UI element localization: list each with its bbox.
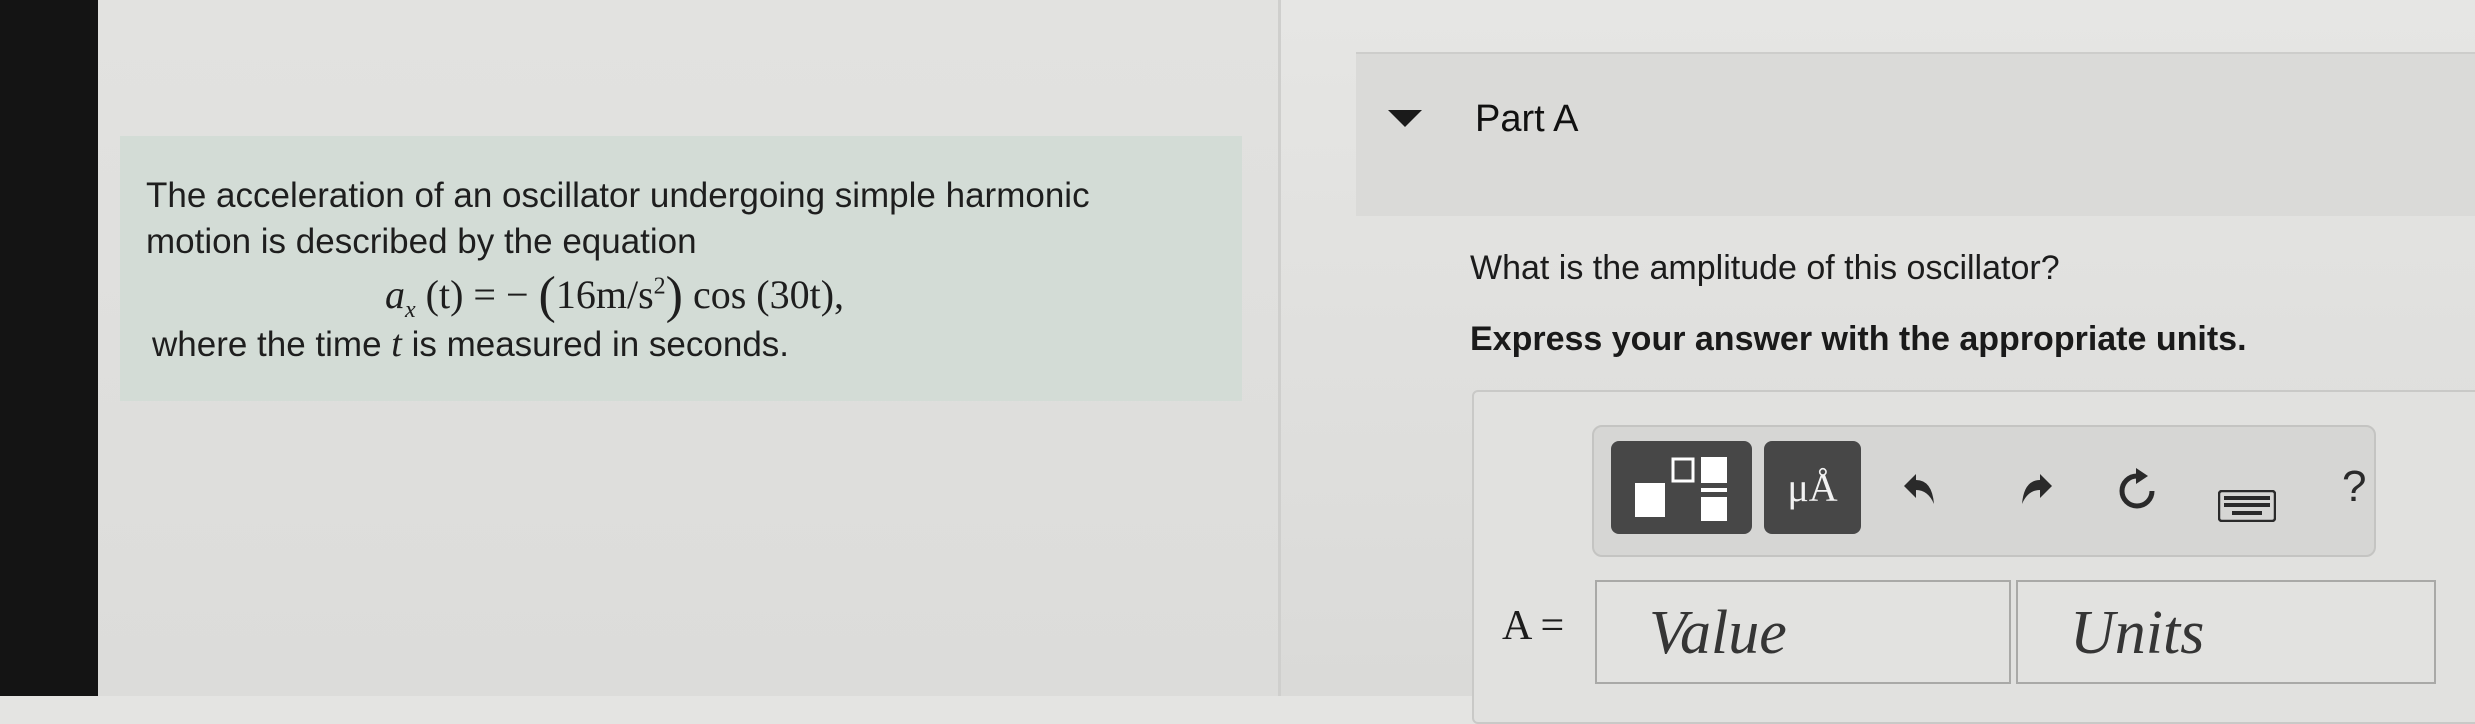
value-input[interactable]: Value bbox=[1595, 580, 2011, 684]
templates-icon bbox=[1635, 457, 1727, 521]
acceleration-equation: ax (t) = − (16m/s2) cos (30t), bbox=[385, 267, 845, 324]
problem-line-3-end: is measured in seconds. bbox=[411, 325, 790, 364]
answer-variable-label: A = bbox=[1502, 603, 1565, 649]
eq-rhs: cos (30t), bbox=[692, 272, 845, 317]
eq-exponent: 2 bbox=[653, 273, 666, 300]
problem-line-1: The acceleration of an oscillator underg… bbox=[146, 176, 1090, 215]
units-placeholder: Units bbox=[2070, 599, 2205, 667]
units-input[interactable]: Units bbox=[2016, 580, 2436, 684]
instruction-text: Express your answer with the appropriate… bbox=[1470, 320, 2247, 358]
units-button[interactable]: μÅ bbox=[1764, 441, 1861, 534]
templates-button[interactable] bbox=[1611, 441, 1752, 534]
value-placeholder: Value bbox=[1649, 599, 1787, 667]
eq-coefficient: 16m/s bbox=[555, 272, 654, 317]
units-icon: μÅ bbox=[1787, 465, 1838, 510]
problem-line-2: motion is described by the equation bbox=[146, 222, 697, 261]
redo-icon[interactable] bbox=[2012, 466, 2058, 520]
collapse-triangle-icon[interactable] bbox=[1388, 110, 1422, 127]
eq-lhs-arg: (t) = − bbox=[425, 272, 529, 317]
help-button[interactable]: ? bbox=[2342, 462, 2366, 512]
problem-line-3: where the time t is measured in seconds. bbox=[152, 322, 789, 366]
left-bezel bbox=[0, 0, 98, 696]
keyboard-icon[interactable] bbox=[2217, 480, 2277, 530]
eq-lhs-sub: x bbox=[405, 297, 416, 323]
eq-lhs-var: a bbox=[385, 272, 405, 317]
time-variable: t bbox=[391, 323, 402, 365]
part-title: Part A bbox=[1475, 98, 1579, 140]
reset-icon[interactable] bbox=[2114, 468, 2160, 522]
undo-icon[interactable] bbox=[1898, 466, 1944, 520]
problem-line-3-start: where the time bbox=[152, 325, 382, 364]
question-text: What is the amplitude of this oscillator… bbox=[1470, 249, 2060, 287]
